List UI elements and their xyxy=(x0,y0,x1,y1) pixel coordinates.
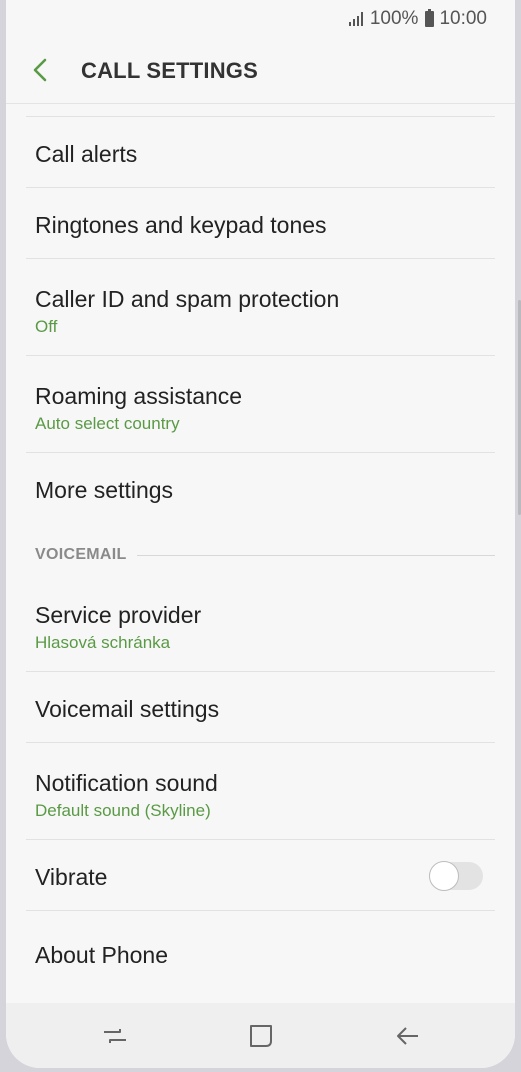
setting-title: Ringtones and keypad tones xyxy=(35,212,327,238)
setting-roaming-assistance[interactable]: Roaming assistance Auto select country xyxy=(26,356,495,453)
setting-caller-id[interactable]: Caller ID and spam protection Off xyxy=(26,259,495,356)
setting-title: Service provider xyxy=(35,602,202,628)
setting-value: Off xyxy=(35,317,58,336)
setting-title: More settings xyxy=(35,477,174,503)
vibrate-toggle[interactable] xyxy=(429,861,483,891)
setting-value: Auto select country xyxy=(35,414,180,433)
clock: 10:00 xyxy=(439,8,487,29)
screen: 100% 10:00 CALL SETTINGS Call alerts Rin… xyxy=(6,0,515,1068)
setting-title: Caller ID and spam protection xyxy=(35,286,340,312)
back-button[interactable] xyxy=(28,52,54,88)
nav-back-button[interactable] xyxy=(392,1021,422,1051)
signal-icon xyxy=(348,12,363,26)
setting-title: Call alerts xyxy=(35,141,138,167)
settings-list: Call alerts Ringtones and keypad tones C… xyxy=(6,104,515,997)
section-label: VOICEMAIL xyxy=(35,546,127,563)
setting-title: Voicemail settings xyxy=(35,696,220,722)
battery-percent: 100% xyxy=(369,8,419,29)
home-icon xyxy=(250,1025,272,1047)
setting-value: Default sound (Skyline) xyxy=(35,801,211,820)
section-divider xyxy=(137,555,495,556)
toggle-knob xyxy=(429,861,459,891)
phone-frame: 100% 10:00 CALL SETTINGS Call alerts Rin… xyxy=(0,0,521,1072)
navigation-bar xyxy=(6,1003,515,1068)
divider xyxy=(26,104,495,117)
setting-title: Notification sound xyxy=(35,770,218,796)
setting-value: Hlasová schránka xyxy=(35,633,171,652)
status-indicators: 100% 10:00 xyxy=(348,8,487,30)
home-button[interactable] xyxy=(246,1021,276,1051)
setting-about-phone[interactable]: About Phone xyxy=(26,911,495,997)
recents-button[interactable] xyxy=(100,1021,130,1051)
setting-call-alerts[interactable]: Call alerts xyxy=(26,117,495,188)
setting-title: Roaming assistance xyxy=(35,383,243,409)
setting-vibrate[interactable]: Vibrate xyxy=(26,840,495,911)
battery-icon xyxy=(425,9,435,27)
setting-more-settings[interactable]: More settings xyxy=(26,453,495,523)
page-title: CALL SETTINGS xyxy=(81,58,258,83)
setting-voicemail-settings[interactable]: Voicemail settings xyxy=(26,672,495,743)
app-header: CALL SETTINGS xyxy=(6,38,515,104)
nav-back-icon xyxy=(397,1027,418,1045)
setting-title: About Phone xyxy=(35,942,169,968)
recents-icon xyxy=(104,1029,126,1043)
section-header-voicemail: VOICEMAIL xyxy=(26,523,495,575)
back-arrow-icon xyxy=(33,58,47,82)
setting-notification-sound[interactable]: Notification sound Default sound (Skylin… xyxy=(26,743,495,840)
setting-title: Vibrate xyxy=(35,864,108,890)
status-bar: 100% 10:00 xyxy=(6,0,515,38)
setting-ringtones[interactable]: Ringtones and keypad tones xyxy=(26,188,495,259)
setting-service-provider[interactable]: Service provider Hlasová schránka xyxy=(26,575,495,672)
